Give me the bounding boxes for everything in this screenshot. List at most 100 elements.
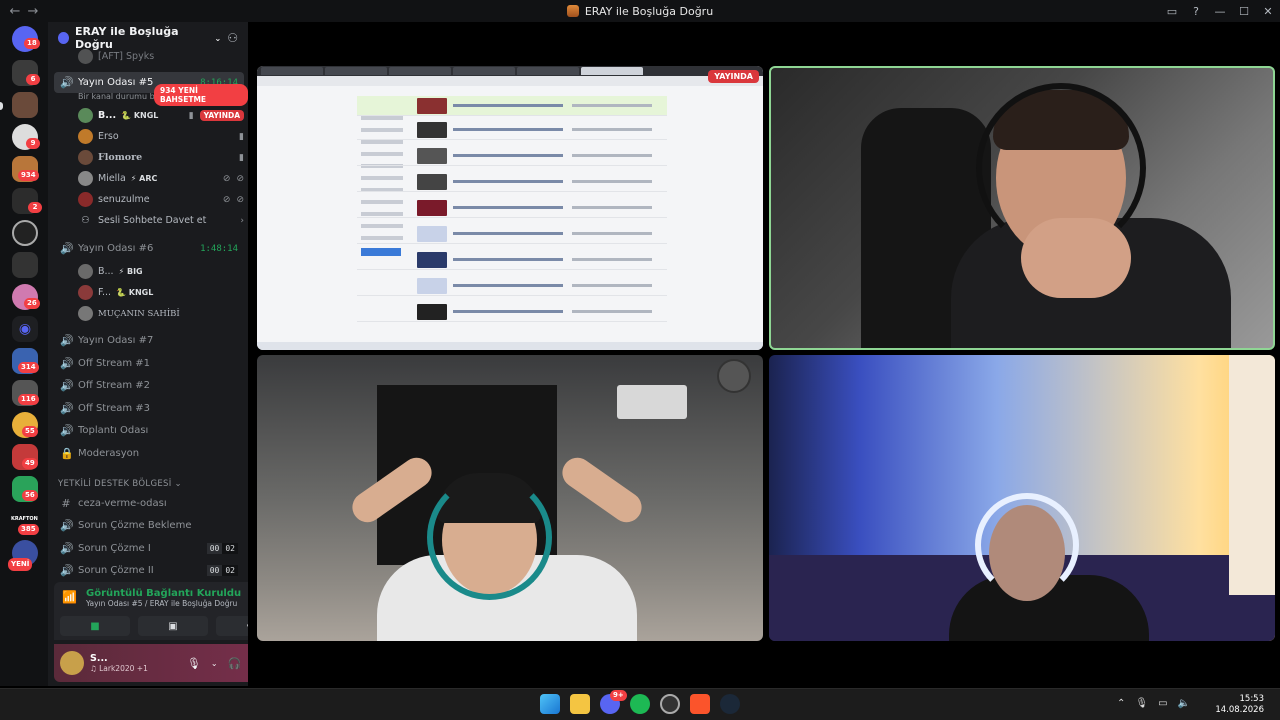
voice-channel-room6[interactable]: 🔊 Yayın Odası #6 1:48:14 [54, 238, 244, 259]
user-tag: ⚡ BIG [118, 267, 143, 276]
server-icon[interactable] [12, 92, 38, 118]
user-tag: ⚡ ARC [130, 174, 158, 183]
camera-icon: ▮ [239, 131, 244, 142]
browser-icon[interactable] [660, 694, 680, 714]
help-icon[interactable]: ? [1184, 5, 1208, 18]
guild-boost-icon [58, 32, 70, 44]
screen-share-button[interactable]: ▣ [138, 616, 208, 636]
voice-user[interactable]: Flomore ▮ [78, 147, 244, 168]
voice-channel[interactable]: 🔊 Sorun Çözme Bekleme [54, 515, 244, 536]
hand [1021, 218, 1131, 298]
steam-icon[interactable] [720, 694, 740, 714]
minimize-button[interactable]: — [1208, 5, 1232, 18]
inbox-icon[interactable]: ▭ [1160, 5, 1184, 18]
unread-pill [0, 102, 3, 110]
microphone-icon[interactable]: 🎙 [1135, 698, 1148, 709]
window-titlebar: ← → ERAY ile Boşluğa Doğru ▭ ? — ☐ ✕ [0, 0, 1280, 22]
voice-user[interactable]: Miella ⚡ ARC ⊘ ⊘ [78, 168, 244, 189]
voice-user[interactable]: senuzulme ⊘ ⊘ [78, 189, 244, 210]
chevron-down-icon: ⌄ [214, 33, 222, 43]
camera-icon: ▮ [188, 110, 194, 121]
voice-user[interactable]: MUÇANIN SAHİBİ [78, 303, 244, 324]
air-conditioner [617, 385, 687, 419]
voice-icon: 🔊 [60, 542, 74, 555]
voice-channel[interactable]: 🔊 Off Stream #2 [54, 375, 244, 396]
system-clock[interactable]: 15:53 14.08.2026 [1215, 694, 1264, 716]
user-limit: 00 02 [206, 543, 238, 554]
voice-icon: 🔊 [60, 76, 74, 89]
server-icon[interactable] [12, 220, 38, 246]
voice-user[interactable]: B... 🐍 KNGL ▮ YAYINDA [78, 105, 244, 126]
voice-channel[interactable]: 🔊 Off Stream #3 [54, 398, 244, 419]
voice-channel[interactable]: 🔊 Sorun Çözme I 00 02 [54, 538, 244, 559]
live-badge: YAYINDA [199, 110, 244, 121]
microphone-icon[interactable]: 🎙 [187, 657, 201, 670]
server-badge: 56 [22, 490, 38, 501]
avatar [78, 150, 93, 165]
close-button[interactable]: ✕ [1256, 5, 1280, 18]
headset [427, 475, 552, 600]
voice-channel[interactable]: 🔊 Sorun Çözme II 00 02 [54, 560, 244, 581]
voice-channel[interactable]: 🔊 Toplantı Odası [54, 420, 244, 441]
new-badge[interactable]: YENİ [8, 558, 33, 571]
camera-tile[interactable] [257, 355, 763, 641]
voice-user[interactable]: Erso ▮ [78, 126, 244, 147]
listing-row [357, 250, 667, 270]
signal-icon[interactable]: 📶 [62, 590, 78, 606]
user-limit-value: 02 [222, 565, 238, 576]
user-activity: ♫ Lark2020 +1 [90, 664, 148, 673]
discord-icon[interactable]: 9+ [600, 690, 627, 714]
voice-channel[interactable]: 🔊 Yayın Odası #7 [54, 330, 244, 351]
camera-tile[interactable] [769, 66, 1275, 350]
server-badge: 385 [18, 524, 39, 535]
user-tag: 🐍 KNGL [121, 111, 159, 120]
camera-tile[interactable] [769, 355, 1275, 641]
discord-icon[interactable]: ◉ [12, 316, 38, 342]
clock-time: 15:53 [1239, 694, 1265, 704]
new-mentions-pill[interactable]: 934 YENİ BAHSETME [154, 84, 248, 106]
file-explorer-icon[interactable] [570, 694, 590, 714]
activities-button[interactable]: ✚ [216, 616, 248, 636]
channel-timer: 1:48:14 [200, 243, 238, 254]
chevron-down-icon: ⌄ [174, 479, 182, 489]
category-header[interactable]: YETKİLİ DESTEK BÖLGESİ ⌄ [58, 479, 182, 489]
voice-user[interactable]: B... ⚡ BIG [78, 261, 244, 282]
speaker-icon[interactable]: 🔈 [1178, 698, 1190, 709]
locked-channel[interactable]: 🔒 Moderasyon [54, 443, 244, 464]
server-badge: 934 [18, 170, 39, 181]
channel-name: Off Stream #1 [78, 358, 151, 369]
server-rail: 18 6 9 934 2 26 ◉ 314 116 55 49 56 KRAFT… [0, 22, 48, 686]
avatar [78, 306, 93, 321]
avatar [78, 192, 93, 207]
avatar[interactable] [60, 651, 84, 675]
server-icon [566, 5, 579, 17]
headphones-icon[interactable]: 🎧 [228, 657, 242, 670]
add-user-icon: ⚇ [81, 215, 90, 226]
listing-row [357, 276, 667, 296]
user-name: [AFT] Spyks [98, 51, 155, 62]
text-channel[interactable]: # ceza-verme-odası [54, 493, 244, 514]
krafton-label: KRAFTON [11, 516, 38, 522]
arm-right [556, 451, 648, 529]
invite-to-voice[interactable]: ⚇ Sesli Sohbete Davet et › [78, 210, 244, 231]
server-icon[interactable] [12, 252, 38, 278]
voice-channel[interactable]: 🔊 Off Stream #1 [54, 353, 244, 374]
voice-icon: 🔊 [60, 242, 74, 255]
voice-status: Görüntülü Bağlantı Kuruldu [86, 588, 242, 599]
spotify-icon[interactable] [630, 694, 650, 714]
voice-user[interactable]: F... 🐍 KNGL [78, 282, 244, 303]
chevron-up-icon[interactable]: ⌃ [1117, 698, 1125, 709]
screen-share-tile[interactable]: YAYINDA [257, 66, 763, 350]
add-member-icon[interactable]: ⚇ [227, 31, 238, 45]
maximize-button[interactable]: ☐ [1232, 5, 1256, 18]
brave-icon[interactable] [690, 694, 710, 714]
camera-button[interactable]: ■ [60, 616, 130, 636]
mic-muted-icon: ⊘ [222, 173, 231, 184]
start-icon[interactable] [540, 694, 560, 714]
voice-location[interactable]: Yayın Odası #5 / ERAY ile Boşluğa Doğru [86, 599, 241, 608]
voice-user[interactable]: [AFT] Spyks [78, 46, 244, 67]
display-icon[interactable]: ▭ [1158, 698, 1167, 709]
avatar [78, 264, 93, 279]
camera-icon: ▮ [239, 152, 244, 163]
chevron-down-icon[interactable]: ⌄ [211, 659, 218, 668]
